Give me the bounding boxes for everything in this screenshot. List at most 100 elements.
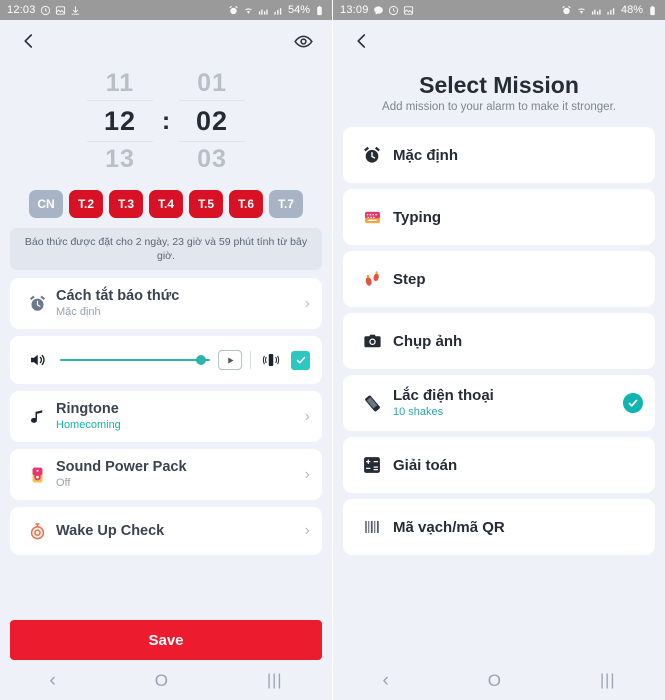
mission-row[interactable]: Typing [343, 189, 655, 245]
back-button[interactable] [349, 28, 375, 54]
card-sound-power-pack[interactable]: Sound Power Pack Off › [10, 449, 322, 500]
day-button-t2[interactable]: T.2 [69, 190, 103, 218]
settings-card-list: Cách tắt báo thức Mặc định › Ringtone Ho… [0, 278, 332, 662]
card-dismiss-text: Cách tắt báo thức Mặc định [52, 287, 299, 320]
battery-percent: 54% [287, 4, 310, 16]
chevron-right-icon: › [304, 522, 310, 539]
battery-icon [650, 5, 655, 15]
card-title: Wake Up Check [56, 523, 165, 539]
status-bar-right: 13:09 48% [333, 0, 665, 20]
barcode-icon [355, 518, 389, 536]
card-wake-up-check[interactable]: Wake Up Check › [10, 507, 322, 555]
mission-text: Step [389, 270, 643, 289]
chevron-right-icon: › [304, 407, 310, 425]
day-button-t7[interactable]: T.7 [269, 190, 303, 218]
music-note-icon [22, 408, 52, 426]
day-button-cn[interactable]: CN [29, 190, 63, 218]
card-dismiss-method[interactable]: Cách tắt báo thức Mặc định › [10, 278, 322, 329]
shake-phone-icon [355, 393, 389, 414]
page-subtitle: Add mission to your alarm to make it str… [382, 101, 616, 113]
back-icon [24, 34, 33, 48]
eye-icon [293, 35, 313, 47]
mission-subtitle: 10 shakes [393, 406, 444, 418]
vibrate-checkbox[interactable] [291, 350, 310, 370]
mission-title: Mã vạch/mã QR [393, 518, 505, 536]
preview-sound-button[interactable] [218, 350, 242, 370]
volume-icon[interactable] [22, 351, 52, 369]
card-volume [10, 336, 322, 384]
time-picker[interactable]: 11 01 12 : 02 13 03 [0, 62, 332, 182]
volume-slider[interactable] [60, 353, 210, 367]
mission-title: Giải toán [393, 456, 458, 474]
status-bar-right-group: 54% [228, 4, 325, 16]
minute-selected[interactable]: 02 [179, 100, 245, 142]
mission-text: Typing [389, 208, 643, 227]
mission-title: Lắc điện thoại [393, 387, 494, 404]
mission-row[interactable]: Step [343, 251, 655, 307]
time-separator: : [161, 106, 171, 135]
card-subtitle: Off [56, 477, 71, 489]
save-button[interactable]: Save [10, 620, 322, 660]
select-mission-screen: 13:09 48% Select Mission Add mission to … [333, 0, 665, 700]
status-bar-right-group: 48% [561, 4, 658, 16]
android-nav-bar-left: ‹ O ||| [0, 662, 332, 700]
volume-row [10, 341, 322, 379]
day-selector[interactable]: CN T.2 T.3 T.4 T.5 T.6 T.7 [0, 182, 332, 228]
back-icon [357, 34, 366, 48]
download-icon [71, 5, 79, 15]
mission-row[interactable]: Giải toán [343, 437, 655, 493]
card-title: Cách tắt báo thức [56, 288, 180, 304]
history-icon [388, 5, 398, 15]
nav-recents-button[interactable]: ||| [267, 672, 282, 690]
minute-prev[interactable]: 01 [179, 66, 245, 100]
history-icon [40, 5, 50, 15]
vibrate-icon [259, 351, 283, 369]
card-title: Ringtone [56, 401, 119, 417]
mission-list: Mặc định Typing Step Chụp ảnh Lắc điện thoại… [333, 127, 665, 662]
mission-text: Chụp ảnh [389, 332, 643, 351]
day-button-t6[interactable]: T.6 [229, 190, 263, 218]
mission-row[interactable]: Mã vạch/mã QR [343, 499, 655, 555]
speaker-icon [22, 465, 52, 485]
nav-home-button[interactable]: O [155, 671, 168, 691]
nav-recents-button[interactable]: ||| [600, 672, 615, 690]
card-ringtone[interactable]: Ringtone Homecoming › [10, 391, 322, 442]
day-button-t4[interactable]: T.4 [149, 190, 183, 218]
signal-icon [607, 7, 615, 15]
mission-text: Lắc điện thoại 10 shakes [389, 386, 623, 420]
minute-next[interactable]: 03 [179, 142, 245, 176]
camera-icon [355, 332, 389, 350]
day-button-t3[interactable]: T.3 [109, 190, 143, 218]
mission-row[interactable]: Lắc điện thoại 10 shakes [343, 375, 655, 431]
mission-text: Mã vạch/mã QR [389, 518, 643, 537]
time-picker-row-selected: 12 : 02 [0, 100, 332, 142]
time-picker-row-prev: 11 01 [0, 66, 332, 100]
alarm-clock-icon [22, 294, 52, 313]
mission-row[interactable]: Chụp ảnh [343, 313, 655, 369]
mission-title: Mặc định [393, 146, 459, 164]
top-app-bar-left [0, 20, 332, 62]
alarm-icon [229, 5, 238, 14]
nav-home-button[interactable]: O [488, 671, 501, 691]
math-grid-icon [355, 455, 389, 475]
wifi-icon [578, 7, 585, 14]
status-bar-left: 12:03 54% [0, 0, 332, 20]
status-bar-clock: 12:03 [7, 4, 36, 16]
hour-next[interactable]: 13 [87, 142, 153, 176]
hour-selected[interactable]: 12 [87, 100, 153, 142]
preview-button[interactable] [290, 28, 316, 54]
volume-slider-knob[interactable] [195, 355, 206, 365]
footsteps-icon [355, 269, 389, 289]
mission-text: Mặc định [389, 146, 643, 165]
time-picker-row-next: 13 03 [0, 142, 332, 176]
dual-screenshot: 12:03 54% 11 01 12: 02 13 03 CN T.2 T.3… [0, 0, 665, 700]
back-button[interactable] [16, 28, 42, 54]
hour-prev[interactable]: 11 [87, 66, 153, 100]
nav-back-button[interactable]: ‹ [382, 670, 388, 692]
card-subtitle: Mặc định [56, 306, 101, 318]
android-nav-bar-right: ‹ O ||| [333, 662, 665, 700]
day-button-t5[interactable]: T.5 [189, 190, 223, 218]
mission-selected-check [623, 393, 643, 413]
mission-row[interactable]: Mặc định [343, 127, 655, 183]
nav-back-button[interactable]: ‹ [49, 670, 55, 692]
